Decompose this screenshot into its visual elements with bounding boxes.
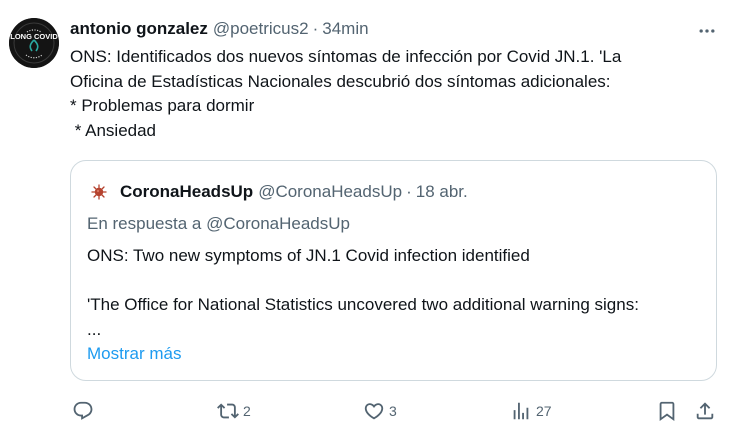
tweet-header: antonio gonzalez @poetricus2 · 34min (70, 17, 369, 41)
tweet[interactable]: LONG COVID antonio gonzalez @poetricus2 … (0, 0, 738, 444)
tweet-text-line: * Ansiedad (70, 120, 157, 140)
retweet-button[interactable]: 2 (217, 396, 251, 426)
views-button[interactable]: 27 (510, 396, 552, 426)
quoted-tweet-timestamp[interactable]: 18 abr. (416, 182, 468, 202)
reply-prefix: En respuesta a (87, 214, 202, 233)
like-button[interactable]: 3 (363, 396, 397, 426)
quoted-author-handle[interactable]: @CoronaHeadsUp (258, 182, 402, 202)
tweet-actions: 2 3 27 (0, 396, 738, 426)
quoted-text-line: 'The Office for National Statistics unco… (87, 295, 639, 314)
tweet-timestamp[interactable]: 34min (322, 19, 368, 39)
quoted-author-name[interactable]: CoronaHeadsUp (120, 182, 253, 202)
avatar-label: LONG COVID (10, 32, 58, 41)
quoted-tweet-text: ONS: Two new symptoms of JN.1 Covid infe… (87, 244, 707, 342)
bookmark-icon (659, 401, 675, 422)
separator-dot: · (312, 19, 319, 38)
views-icon (513, 402, 529, 420)
like-count: 3 (389, 403, 397, 419)
retweet-count: 2 (243, 403, 251, 419)
show-more-link[interactable]: Mostrar más (87, 344, 181, 364)
more-dots-icon (699, 29, 715, 33)
long-covid-logo: LONG COVID (9, 18, 59, 68)
quoted-tweet-header: CoronaHeadsUp @CoronaHeadsUp · 18 abr. (91, 180, 468, 204)
author-name[interactable]: antonio gonzalez (70, 19, 208, 39)
bookmark-button[interactable] (656, 396, 678, 426)
author-handle[interactable]: @poetricus2 (213, 19, 309, 39)
tweet-text-line: ONS: Identificados dos nuevos síntomas d… (70, 47, 622, 66)
views-count: 27 (536, 403, 552, 419)
reply-button[interactable] (72, 396, 98, 426)
tweet-text-line: Oficina de Estadísticas Nacionales descu… (70, 71, 611, 91)
author-avatar[interactable]: LONG COVID (9, 18, 59, 68)
tweet-text-line: * Problemas para dormir (70, 96, 255, 115)
quoted-text-line: ... (87, 319, 102, 339)
reply-icon (73, 401, 93, 420)
quoted-author-avatar[interactable] (91, 184, 107, 200)
more-options-button[interactable] (695, 19, 719, 43)
retweet-icon (217, 403, 239, 419)
virus-icon (91, 184, 107, 200)
quoted-tweet-card[interactable]: CoronaHeadsUp @CoronaHeadsUp · 18 abr. E… (70, 160, 717, 381)
reply-handle-link[interactable]: @CoronaHeadsUp (206, 214, 350, 233)
share-icon (696, 402, 714, 420)
share-button[interactable] (694, 396, 716, 426)
reply-context: En respuesta a @CoronaHeadsUp (87, 214, 350, 234)
heart-icon (364, 403, 384, 420)
quoted-text-line (87, 269, 707, 294)
tweet-text: ONS: Identificados dos nuevos síntomas d… (70, 45, 720, 143)
separator-dot: · (406, 182, 412, 201)
quoted-text-line: ONS: Two new symptoms of JN.1 Covid infe… (87, 246, 530, 265)
